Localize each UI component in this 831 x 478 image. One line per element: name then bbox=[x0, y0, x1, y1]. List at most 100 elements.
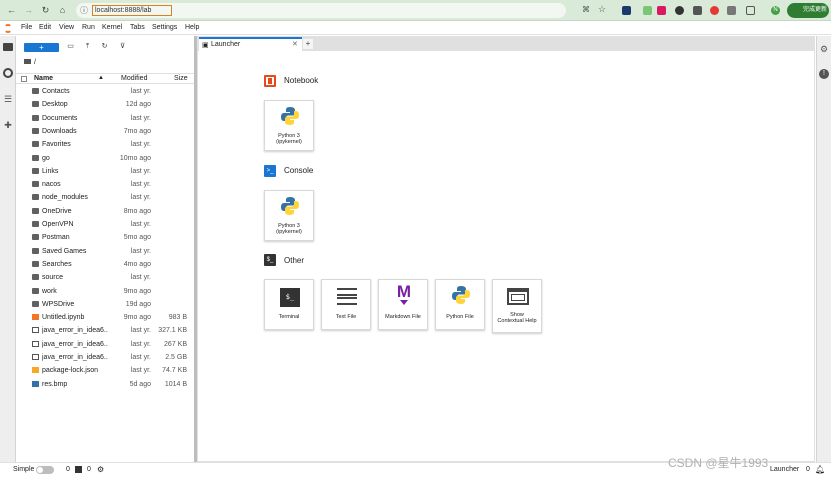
file-name: Saved Games bbox=[42, 247, 87, 255]
kernel-status-icon[interactable]: ⚙ bbox=[97, 465, 104, 474]
extension-icon[interactable] bbox=[675, 6, 684, 15]
tab-launcher[interactable]: ▣ Launcher ✕ bbox=[199, 37, 302, 51]
address-bar[interactable]: ⓘ localhost:8888/lab ⌘ ☆ bbox=[76, 3, 606, 18]
file-size: 2.5 GB bbox=[165, 354, 187, 361]
close-icon[interactable]: ✕ bbox=[292, 39, 298, 51]
terminal-card[interactable]: $_ Terminal bbox=[264, 279, 314, 330]
update-button[interactable]: 完成更新 bbox=[787, 3, 829, 18]
notebook-python3-card[interactable]: Python 3 (ipykernel) bbox=[264, 100, 314, 151]
list-item[interactable]: WPSDrive 19d ago bbox=[16, 298, 194, 311]
site-info-icon[interactable]: ⓘ bbox=[80, 5, 88, 16]
file-list-header: Name ▲ Modified Size bbox=[16, 73, 194, 84]
menu-settings[interactable]: Settings bbox=[152, 24, 177, 31]
list-item[interactable]: Searches 4mo ago bbox=[16, 258, 194, 271]
avatar[interactable]: N bbox=[771, 6, 780, 15]
extension-icon[interactable] bbox=[622, 6, 631, 15]
extension-icon[interactable] bbox=[727, 6, 736, 15]
file-modified: 8mo ago bbox=[123, 207, 151, 215]
card-label: Text File bbox=[335, 314, 357, 320]
file-name: OneDrive bbox=[42, 207, 72, 215]
url-text[interactable]: localhost:8888/lab bbox=[92, 5, 172, 16]
list-item[interactable]: Postman 5mo ago bbox=[16, 231, 194, 244]
list-item[interactable]: java_error_in_idea6... last yr. 2.5 GB bbox=[16, 351, 194, 364]
menu-file[interactable]: File bbox=[21, 24, 32, 31]
extension-icon[interactable] bbox=[643, 6, 652, 15]
home-icon[interactable]: ⌂ bbox=[56, 4, 69, 17]
list-item[interactable]: go 10mo ago bbox=[16, 152, 194, 165]
markdown-file-card[interactable]: M Markdown File bbox=[378, 279, 428, 330]
upload-icon[interactable]: ⤒ bbox=[83, 42, 92, 52]
console-section-icon: >_ bbox=[264, 165, 276, 177]
list-item[interactable]: nacos last yr. bbox=[16, 178, 194, 191]
terminal-count[interactable]: 0 bbox=[66, 466, 70, 473]
folder-icon[interactable] bbox=[3, 43, 13, 51]
list-item[interactable]: Downloads 7mo ago bbox=[16, 125, 194, 138]
select-all-checkbox[interactable] bbox=[21, 76, 27, 82]
reload-icon[interactable]: ↻ bbox=[39, 4, 52, 17]
right-sidebar: ⚙ ! bbox=[816, 36, 831, 462]
menu-run[interactable]: Run bbox=[82, 24, 95, 31]
list-item[interactable]: Untitled.ipynb 9mo ago 983 B bbox=[16, 311, 194, 324]
file-modified: 5mo ago bbox=[123, 234, 151, 242]
browser-toolbar: ← → ↻ ⌂ ⓘ localhost:8888/lab ⌘ ☆ N 完成更新 bbox=[0, 0, 831, 21]
folder-icon bbox=[32, 234, 39, 241]
notification-count[interactable]: 0 bbox=[806, 466, 810, 473]
table-of-contents-icon[interactable]: ☰ bbox=[3, 94, 13, 104]
forward-icon[interactable]: → bbox=[22, 4, 35, 17]
translate-icon[interactable]: ⌘ bbox=[582, 5, 590, 14]
menu-tabs[interactable]: Tabs bbox=[130, 24, 145, 31]
new-launcher-button[interactable]: + bbox=[24, 43, 59, 52]
simple-mode-toggle[interactable] bbox=[36, 466, 54, 474]
terminal-status-icon[interactable] bbox=[75, 466, 82, 473]
folder-icon bbox=[32, 207, 39, 214]
list-item[interactable]: java_error_in_idea6... last yr. 267 KB bbox=[16, 338, 194, 351]
running-icon[interactable] bbox=[3, 68, 13, 78]
breadcrumb-root[interactable]: / bbox=[34, 59, 36, 66]
folder-icon[interactable] bbox=[24, 59, 31, 64]
menu-view[interactable]: View bbox=[59, 24, 74, 31]
kernel-count[interactable]: 0 bbox=[87, 466, 91, 473]
list-item[interactable]: Desktop 12d ago bbox=[16, 98, 194, 111]
list-item[interactable]: OneDrive 8mo ago bbox=[16, 205, 194, 218]
list-item[interactable]: source last yr. bbox=[16, 271, 194, 284]
column-modified[interactable]: Modified bbox=[121, 75, 147, 82]
contextual-help-card[interactable]: Show Contextual Help bbox=[492, 279, 542, 333]
list-item[interactable]: Links last yr. bbox=[16, 165, 194, 178]
extensions-puzzle-icon[interactable] bbox=[746, 6, 755, 15]
menu-help[interactable]: Help bbox=[185, 24, 199, 31]
file-icon bbox=[32, 354, 39, 360]
column-size[interactable]: Size bbox=[174, 75, 188, 82]
menu-kernel[interactable]: Kernel bbox=[102, 24, 122, 31]
refresh-icon[interactable]: ↻ bbox=[100, 42, 109, 52]
list-item[interactable]: java_error_in_idea6... last yr. 327.1 KB bbox=[16, 324, 194, 337]
list-item[interactable]: node_modules last yr. bbox=[16, 191, 194, 204]
filter-icon[interactable]: ⊽ bbox=[118, 42, 127, 52]
list-item[interactable]: Saved Games last yr. bbox=[16, 245, 194, 258]
menu-edit[interactable]: Edit bbox=[39, 24, 51, 31]
bookmark-star-icon[interactable]: ☆ bbox=[598, 4, 606, 15]
console-python3-card[interactable]: Python 3 (ipykernel) bbox=[264, 190, 314, 241]
list-item[interactable]: Contacts last yr. bbox=[16, 85, 194, 98]
extension-icon[interactable] bbox=[657, 6, 666, 15]
new-folder-icon[interactable]: ▭ bbox=[66, 42, 75, 52]
add-tab-button[interactable]: + bbox=[303, 39, 313, 49]
back-icon[interactable]: ← bbox=[5, 4, 18, 17]
list-item[interactable]: package-lock.json last yr. 74.7 KB bbox=[16, 364, 194, 377]
bell-icon[interactable]: 🔔︎ bbox=[815, 465, 825, 474]
text-file-card[interactable]: Text File bbox=[321, 279, 371, 330]
list-item[interactable]: Documents last yr. bbox=[16, 112, 194, 125]
extension-manager-icon[interactable]: ✚ bbox=[3, 120, 13, 130]
extension-icon[interactable] bbox=[693, 6, 702, 15]
property-inspector-icon[interactable]: ⚙ bbox=[819, 44, 829, 54]
python-logo-icon bbox=[452, 286, 470, 304]
list-item[interactable]: OpenVPN last yr. bbox=[16, 218, 194, 231]
other-section-icon: $_ bbox=[264, 254, 276, 266]
file-modified: last yr. bbox=[130, 340, 151, 348]
list-item[interactable]: work 9mo ago bbox=[16, 285, 194, 298]
list-item[interactable]: Favorites last yr. bbox=[16, 138, 194, 151]
column-name[interactable]: Name bbox=[34, 75, 53, 82]
debugger-icon[interactable]: ! bbox=[819, 69, 829, 79]
python-file-card[interactable]: Python File bbox=[435, 279, 485, 330]
extension-icon[interactable] bbox=[710, 6, 719, 15]
list-item[interactable]: res.bmp 5d ago 1014 B bbox=[16, 378, 194, 391]
